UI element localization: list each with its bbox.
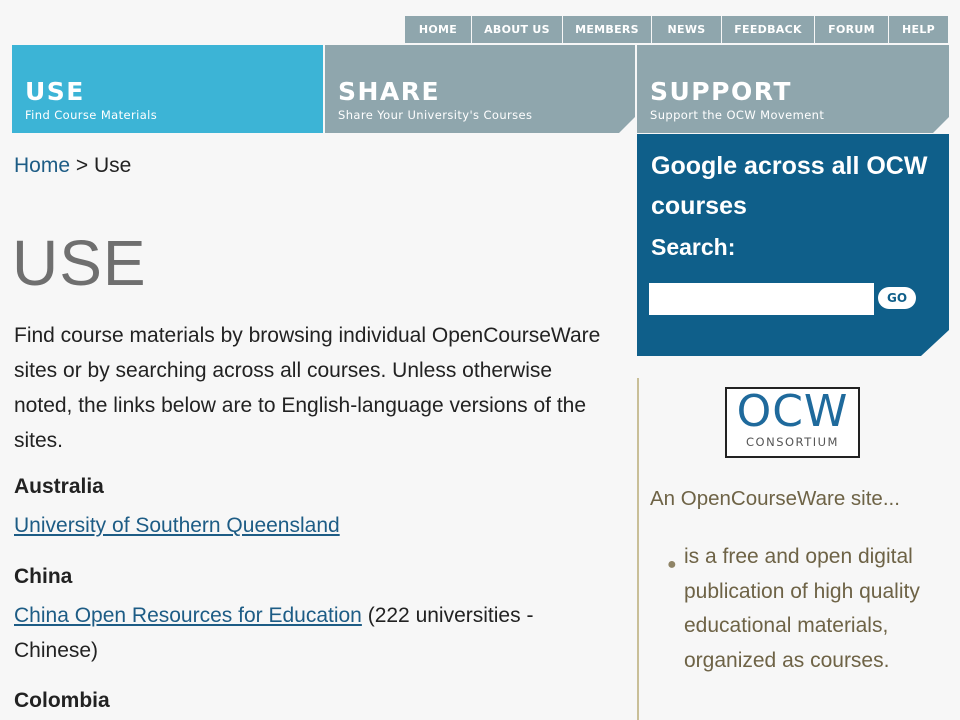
sidebar-bullet-text: is a free and open digital publication o… bbox=[684, 545, 920, 672]
tab-share[interactable]: SHARE Share Your University's Courses bbox=[325, 45, 635, 133]
search-panel-corner bbox=[921, 330, 949, 356]
breadcrumb-current: Use bbox=[93, 154, 132, 177]
bullet-icon: ● bbox=[667, 556, 677, 573]
sidebar-intro: An OpenCourseWare site... bbox=[650, 487, 900, 510]
university-link[interactable]: China Open Resources for Education bbox=[14, 604, 362, 627]
nav-forum[interactable]: FORUM bbox=[815, 16, 889, 43]
logo-wordmark: OCW bbox=[736, 386, 849, 437]
search-label: Search: bbox=[651, 234, 736, 260]
ocw-consortium-logo[interactable]: OCW CONSORTIUM bbox=[725, 387, 860, 458]
intro-text: Find course materials by browsing indivi… bbox=[14, 324, 601, 452]
go-button[interactable]: GO bbox=[878, 287, 916, 309]
tab-use-subtitle: Find Course Materials bbox=[25, 108, 158, 122]
utility-nav: HOME ABOUT US MEMBERS NEWS FEEDBACK FORU… bbox=[405, 16, 948, 43]
university-link[interactable]: University of Southern Queensland bbox=[14, 514, 340, 537]
breadcrumb-home-link[interactable]: Home bbox=[14, 154, 70, 177]
tab-support-subtitle: Support the OCW Movement bbox=[650, 108, 825, 122]
search-heading: Google across all OCW courses bbox=[651, 152, 928, 220]
breadcrumb-separator: > bbox=[70, 154, 94, 177]
section-tabs: USE Find Course Materials SHARE Share Yo… bbox=[12, 45, 949, 133]
country-heading-australia: Australia bbox=[14, 475, 104, 498]
logo-subtitle: CONSORTIUM bbox=[746, 435, 839, 449]
tab-use-title: USE bbox=[25, 77, 85, 106]
list-item: University of Southern Queensland bbox=[14, 508, 614, 543]
nav-feedback[interactable]: FEEDBACK bbox=[722, 16, 815, 43]
nav-news[interactable]: NEWS bbox=[652, 16, 722, 43]
tab-support-title: SUPPORT bbox=[650, 77, 792, 106]
tab-use[interactable]: USE Find Course Materials bbox=[12, 45, 323, 133]
nav-about-us[interactable]: ABOUT US bbox=[472, 16, 563, 43]
tab-share-title: SHARE bbox=[338, 77, 441, 106]
nav-home[interactable]: HOME bbox=[405, 16, 472, 43]
breadcrumb: Home > Use bbox=[14, 154, 131, 178]
nav-members[interactable]: MEMBERS bbox=[563, 16, 652, 43]
country-heading-china: China bbox=[14, 565, 73, 588]
nav-help[interactable]: HELP bbox=[889, 16, 948, 43]
sidebar-divider bbox=[637, 378, 639, 720]
list-item: China Open Resources for Education (222 … bbox=[14, 598, 614, 668]
search-panel: Google across all OCW courses Search: GO bbox=[637, 134, 949, 356]
tab-share-subtitle: Share Your University's Courses bbox=[338, 108, 533, 122]
tab-support[interactable]: SUPPORT Support the OCW Movement bbox=[637, 45, 949, 133]
country-heading-colombia: Colombia bbox=[14, 689, 110, 712]
page-title: USE bbox=[12, 227, 147, 299]
search-input[interactable] bbox=[649, 283, 874, 315]
